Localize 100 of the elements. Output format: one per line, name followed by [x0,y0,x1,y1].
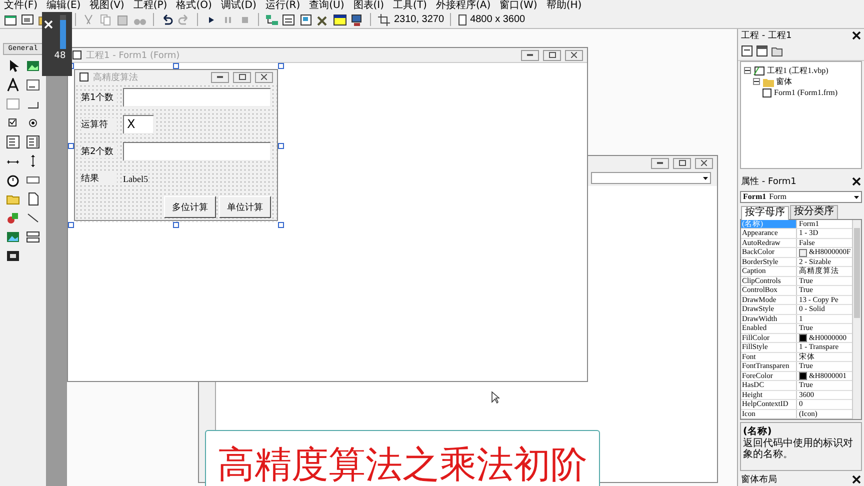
volume-value: 48 [53,51,67,61]
field-label: 第1个数 [81,91,117,104]
maximize-button[interactable] [233,72,251,82]
tree-item-label[interactable]: Form1 (Form1.frm) [774,88,838,98]
crop-icon[interactable] [377,12,391,26]
form-caption: 高精度算法 [93,72,139,84]
document-icon[interactable] [26,192,40,206]
picture-icon[interactable] [6,230,20,244]
panel-title: 窗体布局 [741,474,777,486]
close-button[interactable] [565,50,583,60]
close-button[interactable] [695,158,713,168]
position-readout: 2310, 3270 [394,14,444,25]
maximize-button[interactable] [543,50,561,60]
menu-item[interactable]: 视图(V) [90,0,124,11]
minimize-icon [217,76,223,78]
menu-item[interactable]: 编辑(E) [46,0,81,11]
property-tab[interactable]: 按分类序 [790,204,838,219]
close-button[interactable] [852,474,861,484]
clipboard-icon[interactable] [116,12,130,26]
result-label: Label5 [123,174,148,184]
tree-item-label[interactable]: 工程1 (工程1.vbp) [767,65,828,76]
frame-icon[interactable] [6,97,20,111]
resize-handle[interactable] [173,222,179,228]
window-icon[interactable] [4,12,18,26]
database-icon[interactable] [26,230,40,244]
procedure-dropdown[interactable] [591,172,711,184]
tree-icon[interactable] [265,12,279,26]
resize-handle[interactable] [173,63,179,69]
list-icon[interactable] [26,135,40,149]
collapse-toggle[interactable] [753,78,760,86]
picture-icon[interactable] [26,59,40,73]
property-tab[interactable]: 按字母序 [741,206,789,220]
minimize-icon [657,162,663,164]
resize-handle[interactable] [278,222,284,228]
minimize-icon [527,54,533,56]
close-icon [261,74,267,80]
number-field[interactable] [123,142,271,161]
close-icon [852,31,861,40]
menu-item[interactable]: 工具(T) [393,0,427,11]
close-icon [852,474,861,484]
window-icon [79,70,89,84]
field-label: 运算符 [81,118,117,131]
maximize-icon [548,52,556,58]
panel-title: 属性 - Form1 [741,176,796,188]
list-icon[interactable] [6,135,20,149]
stopwatch-icon[interactable] [6,173,20,187]
window-icon[interactable] [333,12,347,26]
object-dropdown[interactable]: Form1 Form [740,190,862,203]
panel-title: 工程 - 工程1 [741,30,792,42]
menu-item[interactable]: 查询(U) [309,0,344,11]
scrollbar[interactable] [852,220,861,420]
project-icon[interactable] [753,64,765,78]
close-button[interactable] [852,31,861,40]
close-button[interactable] [255,72,273,82]
size-readout: 4800 x 3600 [470,14,526,25]
resize-handle[interactable] [68,143,74,149]
menu-item[interactable]: 调试(D) [220,0,256,11]
description-title: (名称) [743,425,773,438]
tree-item-label[interactable]: 窗体 [776,76,792,88]
letter-a-icon[interactable] [6,78,20,92]
menu-item[interactable]: 工程(P) [133,0,168,11]
line-icon[interactable] [26,211,40,225]
minimize-button[interactable] [651,158,669,168]
calculate-button[interactable]: 单位计算 [219,196,271,218]
form-view-icon[interactable] [756,44,768,58]
window-title: 工程1 - Form1 (Form) [86,50,181,62]
code-view-icon[interactable] [741,44,753,58]
menu-item[interactable]: 图表(I) [353,0,384,11]
radio-icon[interactable] [26,116,40,130]
menu-item[interactable]: 帮助(H) [546,0,582,11]
maximize-button[interactable] [673,158,691,168]
minimize-button[interactable] [211,72,229,82]
shapes-icon[interactable] [6,211,20,225]
menu-item[interactable]: 格式(O) [176,0,212,11]
maximize-icon [238,74,246,80]
resize-handle[interactable] [68,222,74,228]
field-label: 结果 [81,172,117,185]
window-icon[interactable] [282,12,296,26]
size-icon [457,12,468,26]
calculate-button[interactable]: 多位计算 [164,196,216,218]
description-text: 返回代码中使用的标识对象的名称。 [743,438,854,460]
maximize-icon [678,160,686,166]
number-field[interactable] [123,88,271,107]
close-icon [571,52,577,58]
close-button[interactable] [852,176,861,186]
mouse-pointer-icon [491,391,500,404]
window-icon[interactable] [21,12,35,26]
text-box-icon[interactable] [26,78,40,92]
collapse-toggle[interactable] [744,67,751,74]
resize-handle[interactable] [278,63,284,69]
resize-handle[interactable] [278,143,284,149]
window-icon[interactable] [299,12,313,26]
computer-icon[interactable] [350,12,364,26]
window-icon[interactable] [762,86,772,100]
close-icon [701,160,707,166]
close-icon [44,20,53,29]
minimize-button[interactable] [521,50,539,60]
menu-item[interactable]: 运行(R) [265,0,300,11]
field-label: 第2个数 [81,145,117,158]
operator-field[interactable]: X [123,115,154,134]
